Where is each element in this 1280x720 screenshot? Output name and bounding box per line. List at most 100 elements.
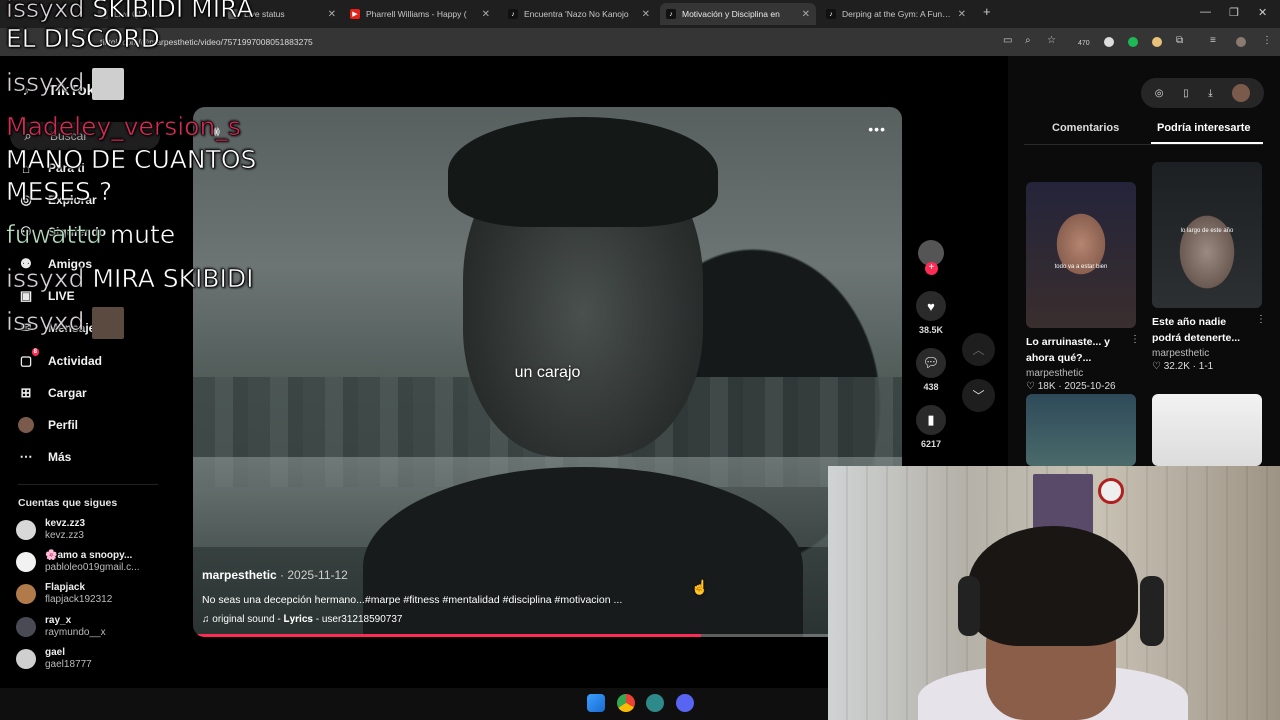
browser-tab-6[interactable]: ♪ Derping at the Gym: A Fun Thre ✕ bbox=[820, 3, 972, 25]
chat-message: MESES ? bbox=[6, 177, 113, 207]
tab-title: Derping at the Gym: A Fun Thre bbox=[842, 9, 952, 19]
following-username: flapjack192312 bbox=[45, 594, 113, 605]
recommended-video-card[interactable]: lo largo de este año Este año nadie podr… bbox=[1152, 162, 1266, 372]
video-sound[interactable]: ♫ original sound - 𝐋𝐲𝐫𝐢𝐜𝐬 - user31218590… bbox=[202, 614, 403, 625]
save-count: 6217 bbox=[920, 439, 942, 449]
nav-label: Perfil bbox=[48, 418, 79, 432]
top-tools: ◎ ▯ ⤓ bbox=[1141, 78, 1264, 108]
chat-message: issyxd MIRA SKIBIDI bbox=[6, 264, 254, 294]
chat-message: issyxd bbox=[6, 68, 125, 100]
browser-tab-3[interactable]: ▶ Pharrell Williams - Happy ( ✕ bbox=[344, 3, 496, 25]
device-icon[interactable]: ▯ bbox=[1183, 88, 1189, 99]
chat-message: issyxd bbox=[6, 307, 125, 339]
following-name: Flapjack bbox=[45, 582, 86, 593]
recommended-video-thumbnail[interactable] bbox=[1026, 394, 1136, 466]
nav-item-perfil[interactable]: Perfil bbox=[18, 417, 78, 433]
extension-icon[interactable] bbox=[1104, 37, 1114, 47]
profile-avatar[interactable] bbox=[1236, 37, 1246, 47]
following-item[interactable]: Flapjack flapjack192312 bbox=[16, 582, 112, 606]
chat-username: issyxd bbox=[6, 0, 85, 23]
bookmark-icon: ▮ bbox=[916, 405, 946, 435]
upload-icon: ⊞ bbox=[20, 385, 32, 400]
chat-text: mute bbox=[109, 220, 176, 250]
nav-label: Cargar bbox=[48, 386, 87, 400]
zoom-icon[interactable]: ⌕ bbox=[1025, 35, 1031, 46]
cast-icon[interactable]: ▭ bbox=[1003, 35, 1012, 46]
extension-icon[interactable] bbox=[1152, 37, 1162, 47]
chat-image bbox=[92, 68, 125, 100]
extension-icon[interactable] bbox=[1128, 37, 1138, 47]
reading-list-icon[interactable]: ≡ bbox=[1210, 35, 1216, 46]
following-item[interactable]: kevz.zz3 kevz.zz3 bbox=[16, 518, 85, 542]
recommended-video-card[interactable]: todo va a estar bien Lo arruinaste... y … bbox=[1026, 182, 1140, 392]
video-player[interactable]: un carajo 🔊︎ ••• marpesthetic · 2025-11-… bbox=[193, 107, 902, 637]
following-username: kevz.zz3 bbox=[45, 530, 84, 541]
save-button[interactable]: ▮ 6217 bbox=[916, 405, 946, 449]
minimize-icon[interactable]: — bbox=[1200, 6, 1211, 18]
avatar bbox=[16, 552, 36, 572]
close-tab-icon[interactable]: ✕ bbox=[642, 9, 650, 20]
next-video-button[interactable]: ﹀ bbox=[962, 379, 995, 412]
avatar bbox=[16, 617, 36, 637]
menu-kebab-icon[interactable]: ⋮ bbox=[1262, 35, 1272, 46]
card-title: Este año nadie bbox=[1152, 316, 1227, 328]
card-menu-icon[interactable]: ⋮ bbox=[1256, 314, 1266, 325]
video-caption: un carajo bbox=[514, 364, 581, 381]
profile-avatar-icon bbox=[18, 417, 34, 433]
chat-message: Madeley_version_s bbox=[6, 112, 241, 142]
right-panel: ◎ ▯ ⤓ Comentarios Podría interesarte tod… bbox=[1008, 56, 1280, 466]
tab-comentarios[interactable]: Comentarios bbox=[1052, 122, 1119, 134]
discord-icon[interactable] bbox=[676, 694, 694, 712]
close-window-icon[interactable]: ✕ bbox=[1258, 6, 1267, 19]
extension-counter[interactable]: 470 bbox=[1078, 40, 1090, 47]
nav-item-actividad[interactable]: ▢ 8 Actividad bbox=[18, 348, 102, 369]
following-item[interactable]: ray_x raymundo__x bbox=[16, 615, 106, 639]
avatar bbox=[16, 584, 36, 604]
chevron-down-icon: ﹀ bbox=[972, 389, 985, 403]
windows-start-icon[interactable] bbox=[587, 694, 605, 712]
app-icon[interactable] bbox=[646, 694, 664, 712]
comment-button[interactable]: 💬︎ 438 bbox=[916, 348, 946, 392]
tab-title: Motivación y Disciplina en bbox=[682, 9, 780, 19]
nav-label: Más bbox=[48, 450, 72, 464]
follow-plus-icon[interactable]: + bbox=[925, 262, 938, 275]
user-avatar[interactable] bbox=[1232, 84, 1251, 102]
compass-icon[interactable]: ◎ bbox=[1155, 88, 1164, 99]
previous-video-button[interactable]: ︿ bbox=[962, 333, 995, 366]
tab-title: Pharrell Williams - Happy ( bbox=[366, 9, 467, 19]
browser-tab-5-active[interactable]: ♪ Motivación y Disciplina en ✕ bbox=[660, 3, 816, 25]
tiktok-icon: ♪ bbox=[826, 9, 836, 19]
recommended-video-thumbnail[interactable] bbox=[1152, 394, 1262, 466]
chat-text: MIRA SKIBIDI bbox=[92, 264, 254, 294]
following-username: gael18777 bbox=[45, 659, 92, 670]
new-tab-button[interactable]: + bbox=[983, 4, 991, 19]
chevron-up-icon: ︿ bbox=[972, 343, 985, 357]
close-tab-icon[interactable]: ✕ bbox=[482, 9, 490, 20]
following-item[interactable]: 🌸amo a snoopy... pabloleo019gmail.c... bbox=[16, 550, 140, 574]
headphones-icon bbox=[958, 576, 980, 636]
video-author[interactable]: marpesthetic · 2025-11-12 bbox=[202, 568, 348, 582]
comment-icon: 💬︎ bbox=[916, 348, 946, 378]
close-tab-icon[interactable]: ✕ bbox=[958, 9, 966, 20]
nav-item-cargar[interactable]: ⊞ Cargar bbox=[18, 385, 87, 401]
tab-podria-interesarte[interactable]: Podría interesarte bbox=[1157, 122, 1251, 134]
following-username: raymundo__x bbox=[45, 627, 106, 638]
chrome-icon[interactable] bbox=[617, 694, 635, 712]
nav-item-mas[interactable]: ⋯ Más bbox=[18, 449, 72, 465]
close-tab-icon[interactable]: ✕ bbox=[328, 9, 336, 20]
puzzle-icon[interactable]: ⧉ bbox=[1176, 35, 1183, 46]
like-button[interactable]: ♥ 38.5K bbox=[916, 291, 946, 335]
webcam-sign bbox=[1098, 478, 1124, 504]
more-icon: ⋯ bbox=[19, 449, 33, 464]
card-menu-icon[interactable]: ⋮ bbox=[1130, 334, 1140, 345]
close-tab-icon[interactable]: ✕ bbox=[802, 9, 810, 20]
bookmark-star-icon[interactable]: ☆ bbox=[1047, 35, 1056, 46]
more-options-icon[interactable]: ••• bbox=[868, 121, 886, 137]
browser-tab-4[interactable]: ♪ Encuentra 'Nazo No Kanojo ✕ bbox=[502, 3, 656, 25]
following-item[interactable]: gael gael18777 bbox=[16, 647, 92, 671]
video-progress-bar[interactable] bbox=[197, 634, 897, 637]
like-count: 38.5K bbox=[918, 325, 944, 335]
author-name[interactable]: marpesthetic bbox=[202, 568, 277, 582]
download-icon[interactable]: ⤓ bbox=[1208, 88, 1212, 99]
restore-icon[interactable]: ❐ bbox=[1229, 6, 1239, 19]
